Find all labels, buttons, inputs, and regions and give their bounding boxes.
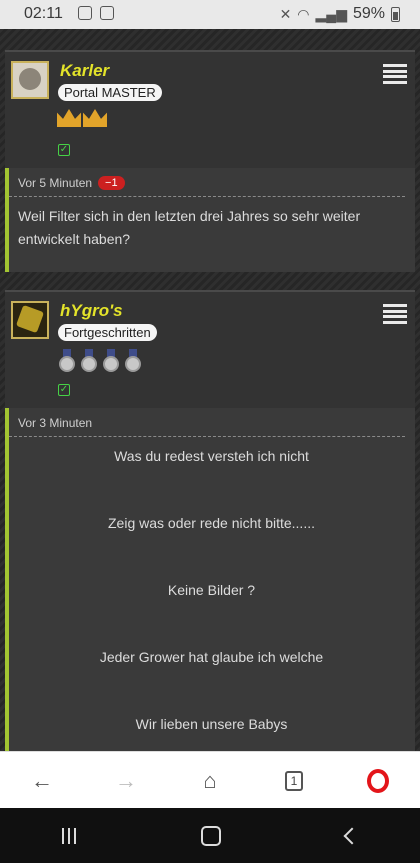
post-content: Vor 3 Minuten Was du redest versteh ich … xyxy=(5,408,415,753)
home-nav-icon[interactable] xyxy=(200,825,221,846)
post-timestamp: Vor 5 Minuten xyxy=(18,176,93,190)
username[interactable]: Karler xyxy=(60,61,109,81)
crown-icon xyxy=(83,109,107,127)
system-nav-bar xyxy=(0,808,420,863)
post-meta: Vor 3 Minuten xyxy=(9,408,405,437)
status-time: 02:11 xyxy=(24,5,63,22)
post-timestamp: Vor 3 Minuten xyxy=(18,416,93,430)
award-badges xyxy=(57,349,143,373)
post-text: Was du redest versteh ich nicht Zeig was… xyxy=(9,437,415,794)
post-header: hYgro's Fortgeschritten ✓ xyxy=(5,290,415,408)
post-text: Weil Filter sich in den letzten drei Jah… xyxy=(18,208,361,247)
home-icon[interactable]: ⌂ xyxy=(190,761,230,801)
tabs-button[interactable]: 1 xyxy=(274,761,314,801)
medal-icon xyxy=(57,349,77,373)
medal-icon xyxy=(101,349,121,373)
avatar[interactable] xyxy=(11,61,49,99)
post-menu-icon[interactable] xyxy=(383,64,407,84)
rank-badge: Portal MASTER xyxy=(58,84,162,101)
opera-logo-icon xyxy=(367,768,389,793)
browser-toolbar: ← → ⌂ 1 xyxy=(0,751,420,809)
back-nav-icon[interactable] xyxy=(343,827,361,844)
post-line: Zeig was oder rede nicht bitte...... xyxy=(108,515,315,531)
recent-apps-icon[interactable] xyxy=(62,827,77,844)
avatar[interactable] xyxy=(11,301,49,339)
checkbox-icon: ✓ xyxy=(58,384,70,396)
username[interactable]: hYgro's xyxy=(60,301,123,321)
vote-badge[interactable]: −1 xyxy=(98,176,125,190)
status-bar: 02:11 ✕ ◠ ▂▄▆ 59% xyxy=(0,0,420,29)
post-line: Keine Bilder ? xyxy=(167,582,256,598)
crown-icon xyxy=(57,109,81,127)
post-content: Vor 5 Minuten −1 Weil Filter sich in den… xyxy=(5,168,415,272)
checkbox-icon: ✓ xyxy=(58,144,70,156)
rank-badge: Fortgeschritten xyxy=(58,324,157,341)
calendar-icon xyxy=(100,6,114,20)
battery-icon xyxy=(391,6,400,22)
award-badges xyxy=(57,109,107,127)
post-meta: Vor 5 Minuten −1 xyxy=(9,168,405,197)
post-karler: Karler Portal MASTER ✓ Vor 5 Minuten −1 … xyxy=(5,50,415,272)
post-hygros: hYgro's Fortgeschritten ✓ Vor 3 Minuten … xyxy=(5,290,415,753)
forward-arrow-icon[interactable]: → xyxy=(106,761,146,801)
post-line: Jeder Grower hat glaube ich welche xyxy=(99,649,324,665)
post-line: Was du redest versteh ich nicht xyxy=(114,448,309,464)
post-line: Wir lieben unsere Babys xyxy=(135,716,288,732)
tabs-icon: 1 xyxy=(285,770,303,791)
signal-icon: ▂▄▆ xyxy=(315,5,347,22)
medal-icon xyxy=(123,349,143,373)
post-menu-icon[interactable] xyxy=(383,304,407,324)
back-arrow-icon[interactable]: ← xyxy=(22,761,62,801)
medal-icon xyxy=(79,349,99,373)
shield-icon xyxy=(78,6,92,20)
wifi-icon: ◠ xyxy=(297,5,310,22)
mute-icon: ✕ xyxy=(279,5,292,22)
post-header: Karler Portal MASTER ✓ xyxy=(5,50,415,168)
battery-percent: 59% xyxy=(352,5,385,22)
opera-menu-button[interactable] xyxy=(358,761,398,801)
